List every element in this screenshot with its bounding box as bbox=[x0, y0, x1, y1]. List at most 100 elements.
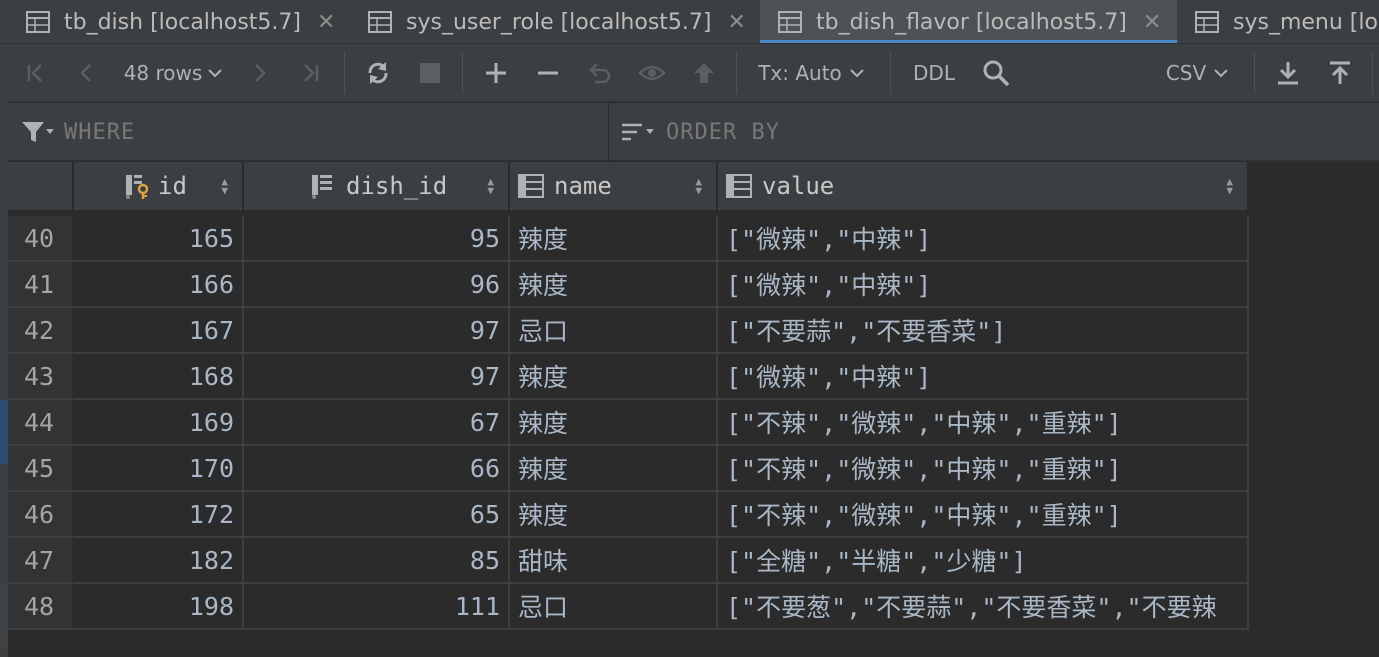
cell-name[interactable]: 辣度 bbox=[510, 354, 718, 400]
cell-dish-id[interactable]: 96 bbox=[244, 262, 510, 308]
row-number-cell[interactable]: 40 bbox=[8, 216, 74, 262]
table-row[interactable]: 43 168 97 辣度 ["微辣","中辣"] bbox=[8, 354, 1249, 400]
cell-name[interactable]: 辣度 bbox=[510, 492, 718, 538]
table-icon bbox=[26, 11, 50, 33]
search-icon[interactable] bbox=[976, 44, 1016, 102]
stop-icon[interactable] bbox=[412, 44, 448, 102]
upload-icon[interactable] bbox=[1322, 44, 1358, 102]
rows-count-dropdown[interactable]: 48 rows bbox=[114, 44, 232, 102]
refresh-icon[interactable] bbox=[360, 44, 396, 102]
export-format-dropdown[interactable]: CSV bbox=[1156, 44, 1238, 102]
row-number-cell[interactable]: 44 bbox=[8, 400, 74, 446]
cell-dish-id[interactable]: 65 bbox=[244, 492, 510, 538]
submit-icon[interactable] bbox=[686, 44, 722, 102]
cell-dish-id[interactable]: 97 bbox=[244, 354, 510, 400]
row-number-cell[interactable]: 45 bbox=[8, 446, 74, 492]
table-row[interactable]: 40 165 95 辣度 ["微辣","中辣"] bbox=[8, 216, 1249, 262]
row-number-cell[interactable]: 41 bbox=[8, 262, 74, 308]
indexed-column-icon bbox=[312, 175, 332, 199]
row-number-cell[interactable]: 47 bbox=[8, 538, 74, 584]
close-icon[interactable]: ✕ bbox=[728, 10, 746, 35]
tab-tb-dish[interactable]: tb_dish [localhost5.7] ✕ bbox=[0, 0, 350, 43]
cell-name[interactable]: 忌口 bbox=[510, 308, 718, 354]
ddl-button[interactable]: DDL bbox=[906, 44, 962, 102]
cell-value[interactable]: ["全糖","半糖","少糖"] bbox=[718, 538, 1249, 584]
cell-dish-id[interactable]: 66 bbox=[244, 446, 510, 492]
cell-value[interactable]: ["微辣","中辣"] bbox=[718, 354, 1249, 400]
cell-name[interactable]: 辣度 bbox=[510, 216, 718, 262]
row-number-cell[interactable]: 43 bbox=[8, 354, 74, 400]
table-row[interactable]: 45 170 66 辣度 ["不辣","微辣","中辣","重辣"] bbox=[8, 446, 1249, 492]
sort-toggle-icon[interactable]: ▲ ▼ bbox=[221, 176, 228, 196]
first-page-icon[interactable] bbox=[20, 44, 52, 102]
cell-id[interactable]: 168 bbox=[74, 354, 244, 400]
revert-icon[interactable] bbox=[582, 44, 618, 102]
last-page-icon[interactable] bbox=[294, 44, 326, 102]
cell-id[interactable]: 165 bbox=[74, 216, 244, 262]
cell-name[interactable]: 辣度 bbox=[510, 262, 718, 308]
column-header-name[interactable]: name ▲ ▼ bbox=[510, 162, 718, 210]
cell-dish-id[interactable]: 95 bbox=[244, 216, 510, 262]
where-filter-input[interactable]: WHERE bbox=[20, 103, 135, 161]
cell-id[interactable]: 172 bbox=[74, 492, 244, 538]
table-row[interactable]: 41 166 96 辣度 ["微辣","中辣"] bbox=[8, 262, 1249, 308]
column-header-dish-id[interactable]: dish_id ▲ ▼ bbox=[244, 162, 510, 210]
table-row[interactable]: 44 169 67 辣度 ["不辣","微辣","中辣","重辣"] bbox=[8, 400, 1249, 446]
cell-value[interactable]: ["微辣","中辣"] bbox=[718, 262, 1249, 308]
close-icon[interactable]: ✕ bbox=[1143, 10, 1161, 35]
cell-id[interactable]: 198 bbox=[74, 584, 244, 630]
toolbar-separator bbox=[890, 52, 891, 94]
previous-page-icon[interactable] bbox=[70, 44, 102, 102]
cell-value[interactable]: ["不要葱","不要蒜","不要香菜","不要辣 bbox=[718, 584, 1249, 630]
table-row[interactable]: 42 167 97 忌口 ["不要蒜","不要香菜"] bbox=[8, 308, 1249, 354]
row-number-cell[interactable]: 42 bbox=[8, 308, 74, 354]
column-header-value[interactable]: value ▲ ▼ bbox=[718, 162, 1249, 210]
sort-toggle-icon[interactable]: ▲ ▼ bbox=[1226, 176, 1233, 196]
cell-value[interactable]: ["不辣","微辣","中辣","重辣"] bbox=[718, 446, 1249, 492]
row-number-header bbox=[8, 162, 74, 210]
cell-name[interactable]: 忌口 bbox=[510, 584, 718, 630]
cell-id[interactable]: 169 bbox=[74, 400, 244, 446]
column-header-label: name bbox=[554, 172, 612, 200]
add-row-icon[interactable] bbox=[478, 44, 514, 102]
close-icon[interactable]: ✕ bbox=[317, 10, 335, 35]
tab-sys-user-role[interactable]: sys_user_role [localhost5.7] ✕ bbox=[350, 0, 760, 43]
delete-row-icon[interactable] bbox=[530, 44, 566, 102]
cell-value[interactable]: ["微辣","中辣"] bbox=[718, 216, 1249, 262]
cell-dish-id[interactable]: 85 bbox=[244, 538, 510, 584]
download-icon[interactable] bbox=[1270, 44, 1306, 102]
cell-value[interactable]: ["不辣","微辣","中辣","重辣"] bbox=[718, 492, 1249, 538]
preview-changes-icon[interactable] bbox=[634, 44, 670, 102]
cell-dish-id[interactable]: 67 bbox=[244, 400, 510, 446]
cell-id[interactable]: 182 bbox=[74, 538, 244, 584]
next-page-icon[interactable] bbox=[244, 44, 276, 102]
column-header-id[interactable]: id ▲ ▼ bbox=[74, 162, 244, 210]
cell-value[interactable]: ["不要蒜","不要香菜"] bbox=[718, 308, 1249, 354]
cell-id[interactable]: 170 bbox=[74, 446, 244, 492]
row-number-cell[interactable]: 48 bbox=[8, 584, 74, 630]
table-row[interactable]: 47 182 85 甜味 ["全糖","半糖","少糖"] bbox=[8, 538, 1249, 584]
transaction-mode-dropdown[interactable]: Tx: Auto bbox=[752, 44, 870, 102]
row-number-cell[interactable]: 46 bbox=[8, 492, 74, 538]
sort-toggle-icon[interactable]: ▲ ▼ bbox=[487, 176, 494, 196]
tab-sys-menu[interactable]: sys_menu [lo bbox=[1177, 0, 1379, 43]
tab-label: sys_user_role [localhost5.7] bbox=[406, 9, 712, 35]
cell-name[interactable]: 甜味 bbox=[510, 538, 718, 584]
cell-id[interactable]: 167 bbox=[74, 308, 244, 354]
filter-icon bbox=[22, 122, 54, 142]
cell-name[interactable]: 辣度 bbox=[510, 446, 718, 492]
cell-dish-id[interactable]: 97 bbox=[244, 308, 510, 354]
transaction-mode-label: Tx: Auto bbox=[758, 61, 842, 85]
cell-value[interactable]: ["不辣","微辣","中辣","重辣"] bbox=[718, 400, 1249, 446]
table-row[interactable]: 48 198 111 忌口 ["不要葱","不要蒜","不要香菜","不要辣 bbox=[8, 584, 1249, 630]
export-format-label: CSV bbox=[1165, 61, 1207, 85]
tab-tb-dish-flavor[interactable]: tb_dish_flavor [localhost5.7] ✕ bbox=[760, 0, 1177, 43]
toolbar-separator bbox=[1254, 52, 1255, 94]
cell-id[interactable]: 166 bbox=[74, 262, 244, 308]
order-by-input[interactable]: ORDER BY bbox=[620, 103, 780, 161]
sort-toggle-icon[interactable]: ▲ ▼ bbox=[695, 176, 702, 196]
cell-dish-id[interactable]: 111 bbox=[244, 584, 510, 630]
column-icon bbox=[518, 174, 544, 198]
table-row[interactable]: 46 172 65 辣度 ["不辣","微辣","中辣","重辣"] bbox=[8, 492, 1249, 538]
cell-name[interactable]: 辣度 bbox=[510, 400, 718, 446]
